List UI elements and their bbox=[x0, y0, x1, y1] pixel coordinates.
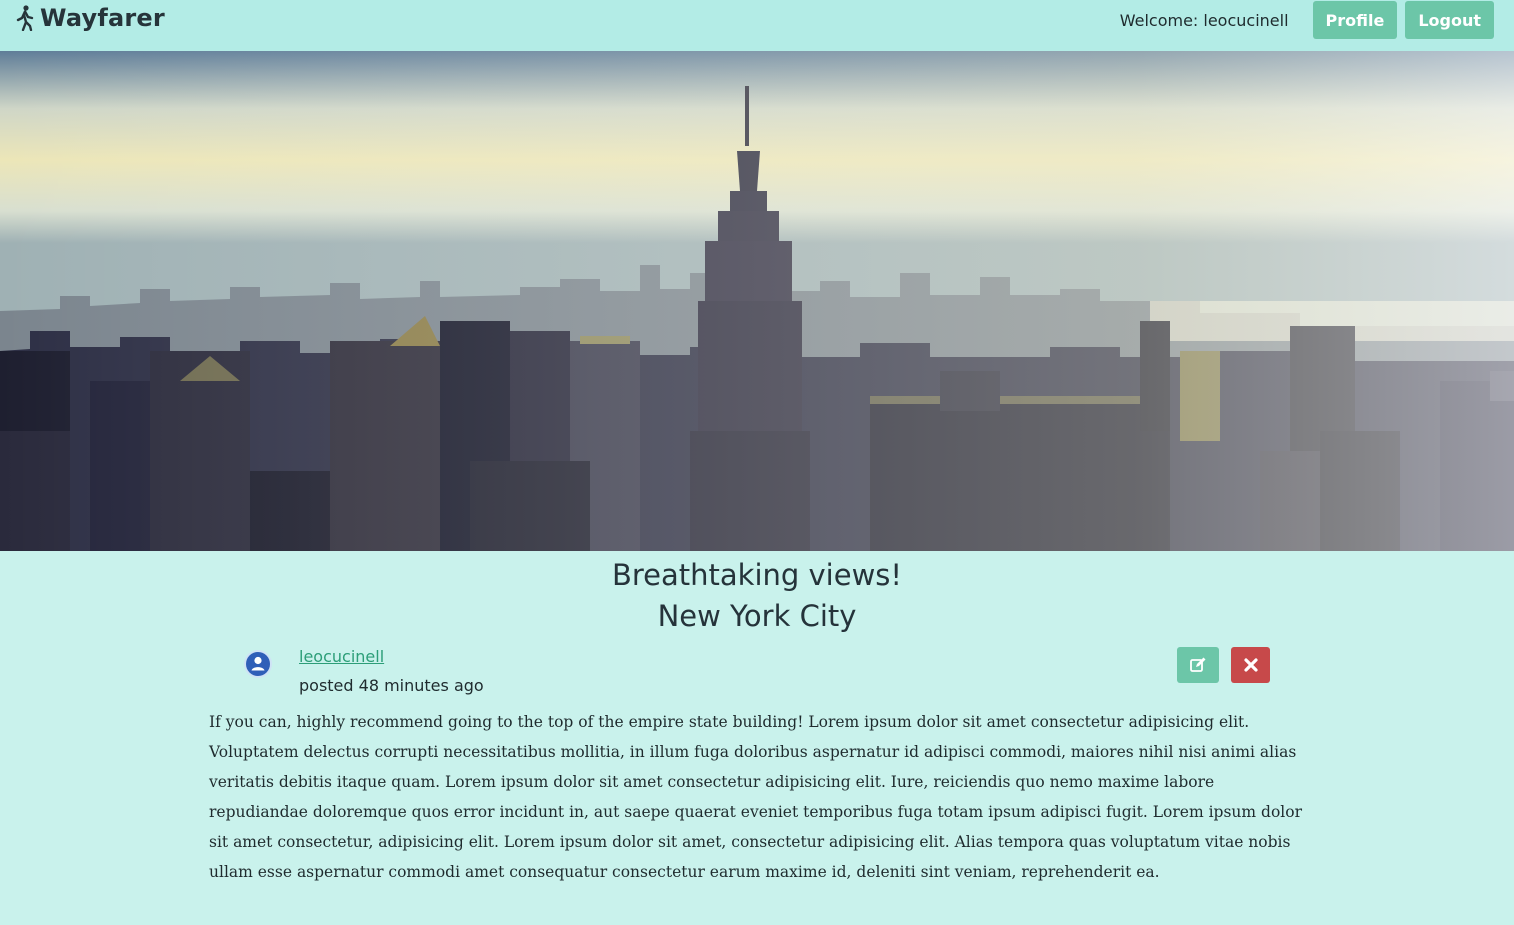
profile-button[interactable]: Profile bbox=[1312, 1, 1398, 39]
top-navbar: Wayfarer Welcome: leocucinell Profile Lo… bbox=[0, 0, 1514, 51]
delete-post-button[interactable] bbox=[1231, 647, 1270, 683]
post-body: If you can, highly recommend going to th… bbox=[209, 713, 1302, 881]
welcome-text: Welcome: leocucinell bbox=[1119, 10, 1289, 30]
nav-actions: Welcome: leocucinell Profile Logout bbox=[1120, 1, 1494, 39]
post-meta: leocucinell posted 48 minutes ago bbox=[0, 637, 1514, 707]
logout-button[interactable]: Logout bbox=[1405, 1, 1494, 39]
edit-post-button[interactable] bbox=[1177, 647, 1219, 683]
close-icon bbox=[1243, 658, 1258, 672]
post-section: Breathtaking views! New York City leocuc… bbox=[0, 551, 1514, 707]
walking-person-icon bbox=[16, 5, 34, 31]
brand-name: Wayfarer bbox=[40, 4, 165, 32]
hero-image bbox=[0, 51, 1514, 551]
author-link[interactable]: leocucinell bbox=[299, 647, 384, 666]
post-city: New York City bbox=[657, 599, 857, 633]
edit-icon bbox=[1190, 657, 1206, 672]
post-timestamp: posted 48 minutes ago bbox=[299, 676, 484, 695]
city-skyline-illustration bbox=[0, 51, 1514, 551]
avatar-icon bbox=[244, 650, 272, 678]
brand-logo-link[interactable]: Wayfarer bbox=[14, 4, 165, 32]
post-title: Breathtaking views! bbox=[611, 558, 903, 592]
